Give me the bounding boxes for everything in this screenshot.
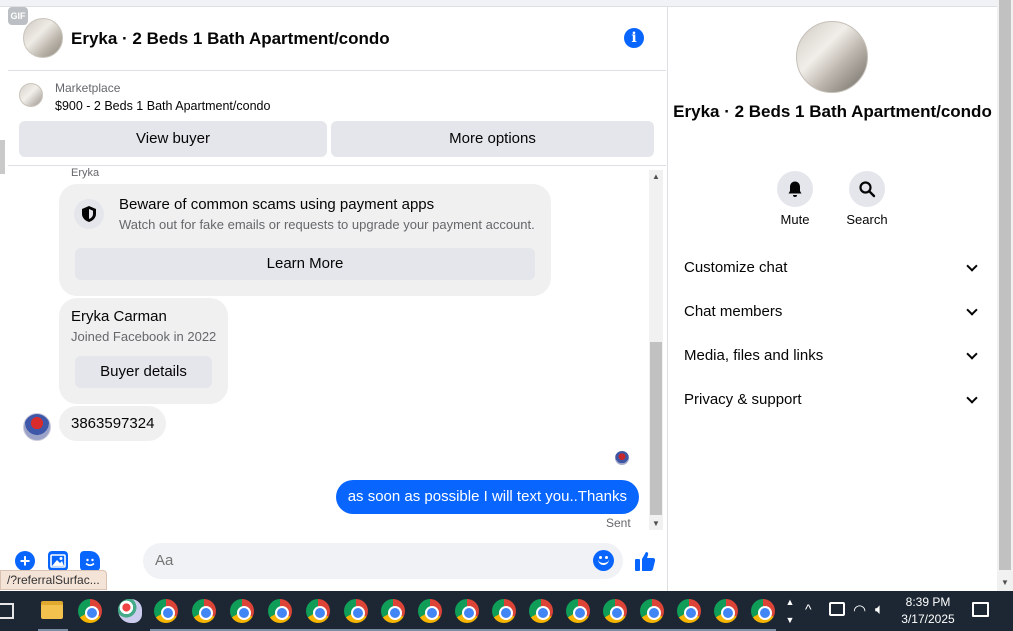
- conversation-details-panel: Eryka · 2 Beds 1 Bath Apartment/condo Mu…: [667, 7, 996, 591]
- chat-scrollbar-thumb[interactable]: [650, 342, 662, 515]
- bell-icon[interactable]: [777, 171, 813, 207]
- show-hidden-icons-icon[interactable]: ^: [805, 601, 812, 631]
- chrome-profile-icon[interactable]: [529, 599, 553, 623]
- search-label: Search: [846, 212, 888, 227]
- chrome-profile-icon[interactable]: [640, 599, 664, 623]
- chrome-profile-icon[interactable]: [455, 599, 479, 623]
- section-label: Privacy & support: [684, 391, 802, 408]
- chrome-profile-icon[interactable]: [603, 599, 627, 623]
- chrome-profile-icon[interactable]: [677, 599, 701, 623]
- buyer-name: Eryka Carman: [71, 308, 167, 325]
- details-avatar[interactable]: [796, 21, 868, 93]
- task-view-icon[interactable]: [0, 603, 14, 619]
- scam-warning-title: Beware of common scams using payment app…: [119, 196, 435, 213]
- chrome-profile-icon[interactable]: [306, 599, 330, 623]
- scam-warning-card: Beware of common scams using payment app…: [59, 184, 551, 296]
- chat-avatar[interactable]: [23, 18, 63, 58]
- chrome-profile-icon[interactable]: [751, 599, 775, 623]
- chat-pane: Eryka · 2 Beds 1 Bath Apartment/condo i …: [8, 7, 666, 591]
- chrome-profile-icon[interactable]: [192, 599, 216, 623]
- sender-name: Eryka: [71, 167, 100, 179]
- screen: Eryka · 2 Beds 1 Bath Apartment/condo i …: [0, 0, 1013, 631]
- info-icon[interactable]: i: [624, 28, 644, 48]
- chevron-down-icon: [966, 260, 978, 272]
- section-privacy-support[interactable]: Privacy & support: [684, 378, 982, 422]
- chat-scrollbar[interactable]: ▲ ▼: [649, 170, 663, 530]
- seen-indicator-avatar: [615, 451, 629, 465]
- chrome-profile-icon[interactable]: [230, 599, 254, 623]
- chrome-profile-icon[interactable]: [268, 599, 292, 623]
- notification-center-icon[interactable]: [972, 602, 989, 617]
- scam-warning-body: Watch out for fake emails or requests to…: [119, 217, 535, 232]
- photo-icon[interactable]: [48, 551, 68, 571]
- section-label: Chat members: [684, 303, 783, 320]
- chrome-profile-icon[interactable]: [154, 599, 178, 623]
- chrome-profile-icon[interactable]: [418, 599, 442, 623]
- section-media-files-links[interactable]: Media, files and links: [684, 334, 982, 378]
- chrome-profile-icon[interactable]: [714, 599, 738, 623]
- chrome-profile-icon[interactable]: [381, 599, 405, 623]
- shield-icon: [74, 199, 104, 229]
- volume-icon[interactable]: 🔈︎: [875, 601, 884, 631]
- left-edge-scrollbar[interactable]: [0, 140, 5, 174]
- browser-top-strip: [0, 0, 997, 7]
- scroll-up-icon[interactable]: ▲: [652, 172, 660, 181]
- buyer-card: Eryka Carman Joined Facebook in 2022 Buy…: [59, 298, 228, 404]
- chat-header: Eryka · 2 Beds 1 Bath Apartment/condo i: [8, 7, 666, 71]
- section-customize-chat[interactable]: Customize chat: [684, 246, 982, 290]
- listing-title[interactable]: $900 - 2 Beds 1 Bath Apartment/condo: [55, 99, 270, 113]
- listing-thumbnail[interactable]: [19, 83, 43, 107]
- scroll-down-icon[interactable]: ▼: [652, 519, 660, 528]
- wifi-icon[interactable]: ◠: [853, 601, 866, 631]
- page-scrollbar[interactable]: ▼: [997, 0, 1013, 591]
- paint-icon[interactable]: [118, 599, 142, 623]
- chrome-icon[interactable]: [78, 599, 102, 623]
- taskbar-scroll-arrows-icon[interactable]: ▲ ▼: [783, 593, 797, 631]
- sticker-icon[interactable]: [80, 551, 100, 571]
- buyer-joined: Joined Facebook in 2022: [71, 329, 217, 344]
- plus-icon[interactable]: +: [15, 551, 35, 571]
- thumbs-up-icon[interactable]: [634, 550, 656, 577]
- learn-more-button[interactable]: Learn More: [75, 248, 535, 280]
- chevron-down-icon: [966, 304, 978, 316]
- status-url-tooltip: /?referralSurfac...: [0, 570, 107, 590]
- clock-date[interactable]: 3/17/2025: [890, 612, 966, 626]
- chrome-profile-icon[interactable]: [492, 599, 516, 623]
- section-label: Media, files and links: [684, 347, 824, 364]
- scroll-down-icon[interactable]: ▼: [1001, 578, 1009, 587]
- view-buyer-button[interactable]: View buyer: [19, 121, 327, 157]
- marketplace-label: Marketplace: [55, 81, 121, 95]
- file-explorer-icon[interactable]: [41, 601, 63, 619]
- details-title: Eryka · 2 Beds 1 Bath Apartment/condo: [673, 102, 992, 121]
- emoji-icon[interactable]: [593, 550, 614, 571]
- message-input[interactable]: [143, 543, 623, 579]
- chat-title[interactable]: Eryka · 2 Beds 1 Bath Apartment/condo: [71, 29, 390, 49]
- clock-time[interactable]: 8:39 PM: [890, 595, 966, 609]
- section-label: Customize chat: [684, 259, 788, 276]
- buyer-details-button[interactable]: Buyer details: [75, 356, 212, 388]
- incoming-message-bubble[interactable]: 3863597324: [59, 406, 167, 441]
- taskbar: ▲ ▼ ^ ◠ 🔈︎ 8:39 PM 3/17/2025: [0, 591, 1013, 631]
- chrome-profile-icon[interactable]: [566, 599, 590, 623]
- search-action[interactable]: Search: [837, 171, 897, 227]
- chevron-down-icon: [966, 392, 978, 404]
- outgoing-message-bubble[interactable]: as soon as possible I will text you..Tha…: [335, 480, 639, 514]
- buyer-avatar[interactable]: [23, 413, 51, 441]
- network-icon[interactable]: [829, 602, 845, 616]
- chrome-profile-icon[interactable]: [344, 599, 368, 623]
- message-status: Sent: [606, 516, 631, 530]
- page-scrollbar-thumb[interactable]: [999, 0, 1011, 570]
- section-chat-members[interactable]: Chat members: [684, 290, 982, 334]
- mute-label: Mute: [780, 212, 810, 227]
- chevron-down-icon: [966, 348, 978, 360]
- header-divider: [8, 165, 666, 166]
- mute-action[interactable]: Mute: [765, 171, 825, 227]
- search-icon[interactable]: [849, 171, 885, 207]
- more-options-button[interactable]: More options: [331, 121, 654, 157]
